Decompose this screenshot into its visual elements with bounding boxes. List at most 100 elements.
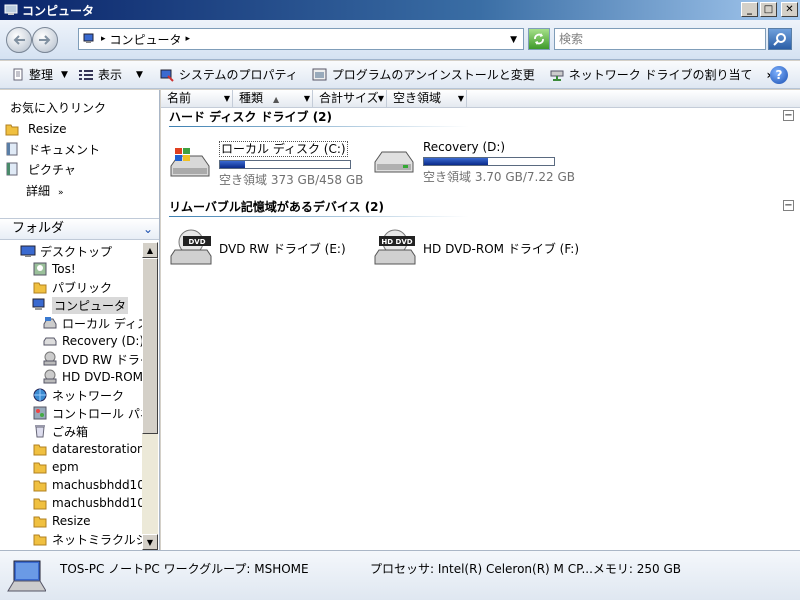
favorite-link-resize[interactable]: Resize: [4, 120, 66, 138]
collapse-group-button[interactable]: −: [783, 200, 794, 211]
tree-item-network[interactable]: ネットワーク: [32, 386, 124, 404]
tree-item-label: machusbhdd106: [52, 496, 142, 510]
organize-icon: [11, 68, 25, 82]
column-header-label: 名前: [167, 91, 192, 105]
close-button[interactable]: ✕: [781, 2, 798, 17]
view-button[interactable]: 表示 ▼: [73, 63, 148, 87]
system-properties-label: システムのプロパティ: [178, 68, 298, 82]
group-header-removable[interactable]: リムーバブル記憶域があるデバイス (2): [169, 198, 384, 215]
content-pane: 名前 ▼ 種類 ▲ ▼ 合計サイズ ▼ 空き領域 ▼ ハード ディスク ドライブ (2) …: [161, 90, 800, 550]
group-header-hard-drives[interactable]: ハード ディスク ドライブ (2): [169, 108, 332, 125]
breadcrumb-computer[interactable]: コンピュータ: [110, 31, 182, 48]
folder-icon: [32, 531, 48, 547]
chevron-down-icon[interactable]: ▼: [224, 90, 230, 107]
tree-item-folder[interactable]: machusbhdd104: [32, 476, 142, 494]
help-button[interactable]: ?: [770, 66, 788, 84]
favorite-link-documents[interactable]: ドキュメント: [4, 140, 100, 158]
scroll-up-button[interactable]: ▲: [142, 242, 158, 258]
tree-item-hd-dvd[interactable]: HD DVD-ROM: [42, 368, 142, 386]
chevron-down-icon[interactable]: ▼: [510, 35, 517, 45]
minimize-button[interactable]: _: [741, 2, 758, 17]
tree-item-folder[interactable]: ネットミラクルショッピ: [32, 530, 142, 548]
favorite-link-pictures[interactable]: ピクチャ: [4, 160, 76, 178]
tree-item-user[interactable]: Tos!: [32, 260, 76, 278]
tree-item-label: ごみ箱: [52, 424, 89, 439]
tree-item-folder[interactable]: Resize: [32, 512, 90, 530]
tree-item-folder[interactable]: machusbhdd106: [32, 494, 142, 512]
drive-f[interactable]: HD DVD HD DVD-ROM ドライブ (F:): [371, 228, 579, 268]
group-divider: [169, 126, 469, 127]
tree-item-label: HD DVD-ROM: [62, 370, 142, 384]
uninstall-button[interactable]: プログラムのアンインストールと変更: [307, 63, 540, 87]
computer-icon: [7, 560, 46, 592]
arrow-left-icon: [13, 35, 25, 45]
tree-item-computer[interactable]: コンピュータ: [32, 296, 129, 314]
organize-button[interactable]: 整理 ▼: [6, 63, 73, 87]
tree-item-label: ローカル ディスク: [62, 316, 142, 331]
maximize-button[interactable]: □: [760, 2, 777, 17]
drive-e[interactable]: DVD DVD RW ドライブ (E:): [167, 228, 346, 268]
folders-heading-label: フォルダ: [12, 221, 65, 236]
column-header-name[interactable]: 名前 ▼: [161, 90, 233, 108]
drive-usage-bar: [219, 160, 351, 169]
favorite-links-heading: お気に入りリンク: [10, 101, 107, 115]
tree-item-recycle-bin[interactable]: ごみ箱: [32, 422, 88, 440]
tree-item-dvd-rw[interactable]: DVD RW ドライ: [42, 350, 142, 368]
organize-label: 整理: [29, 68, 54, 82]
tree-item-label: Recovery (D:): [62, 334, 142, 348]
forward-button[interactable]: [32, 27, 58, 53]
tree-item-label: machusbhdd104: [52, 478, 142, 492]
scroll-thumb[interactable]: [142, 258, 158, 434]
details-label: 詳細: [26, 184, 51, 198]
tree-item-desktop[interactable]: デスクトップ: [20, 242, 112, 260]
collapse-group-button[interactable]: −: [783, 110, 794, 121]
hd-dvd-drive-icon: HD DVD: [374, 229, 416, 265]
tree-item-folder[interactable]: datarestorationR: [32, 440, 142, 458]
hd-dvd-badge: HD DVD: [381, 238, 412, 246]
column-header-label: 種類: [239, 91, 264, 105]
system-properties-button[interactable]: システムのプロパティ: [154, 63, 303, 87]
chevron-down-icon[interactable]: ▼: [378, 90, 384, 107]
tree-item-label: パブリック: [52, 280, 113, 295]
search-input[interactable]: 検索: [554, 28, 766, 50]
navigation-pane: お気に入りリンク Resize ドキュメント ピクチャ 詳細 » フォルダ ⌄ デ…: [0, 90, 160, 550]
drive-usage-bar: [423, 157, 555, 166]
map-drive-label: ネットワーク ドライブの割り当て: [568, 68, 753, 82]
drive-d[interactable]: Recovery (D:) 空き領域 3.70 GB/7.22 GB: [371, 140, 575, 185]
drive-name: ローカル ディスク (C:): [219, 141, 348, 157]
column-header-free-space[interactable]: 空き領域 ▼: [387, 90, 467, 108]
tree-item-control-panel[interactable]: コントロール パネル: [32, 404, 142, 422]
tree-item-label: Tos!: [52, 262, 76, 276]
map-network-drive-button[interactable]: ネットワーク ドライブの割り当て: [544, 63, 758, 87]
folders-heading[interactable]: フォルダ ⌄: [0, 218, 159, 240]
title-bar: コンピュータ _ □ ✕: [0, 0, 800, 20]
column-header-type[interactable]: 種類 ▲ ▼: [233, 90, 313, 108]
tree-item-local-disk[interactable]: ローカル ディスク: [42, 314, 142, 332]
folder-icon: [32, 441, 48, 457]
programs-icon: [312, 68, 328, 82]
chevron-down-icon[interactable]: ▼: [458, 90, 464, 107]
computer-specs: プロセッサ: Intel(R) Celeron(R) M CP...メモリ: 2…: [370, 562, 682, 576]
dvd-badge: DVD: [188, 238, 205, 246]
drive-name: DVD RW ドライブ (E:): [219, 241, 346, 256]
address-toolbar: ▸ コンピュータ ▸ ▼ 検索: [0, 20, 800, 60]
drive-c[interactable]: ローカル ディスク (C:) 空き領域 373 GB/458 GB: [167, 140, 363, 188]
address-field[interactable]: ▸ コンピュータ ▸ ▼: [78, 28, 524, 50]
scroll-down-button[interactable]: ▼: [142, 534, 158, 550]
tree-item-label: epm: [52, 460, 79, 474]
details-toggle[interactable]: 詳細 »: [26, 182, 64, 199]
folder-tree-scrollbar[interactable]: ▲ ▼: [142, 242, 158, 550]
refresh-button[interactable]: [528, 28, 550, 50]
tree-item-recovery[interactable]: Recovery (D:): [42, 332, 142, 350]
column-header-total-size[interactable]: 合計サイズ ▼: [313, 90, 387, 108]
chevron-down-icon[interactable]: ▼: [304, 90, 310, 107]
tree-item-public[interactable]: パブリック: [32, 278, 112, 296]
breadcrumb-separator-icon: ▸: [101, 34, 106, 44]
back-button[interactable]: [6, 27, 32, 53]
tree-item-folder[interactable]: epm: [32, 458, 79, 476]
windows-drive-icon: [170, 148, 210, 177]
view-label: 表示: [97, 68, 122, 82]
column-header-label: 合計サイズ: [319, 91, 379, 105]
search-button[interactable]: [768, 28, 792, 50]
system-properties-icon: [159, 68, 175, 82]
